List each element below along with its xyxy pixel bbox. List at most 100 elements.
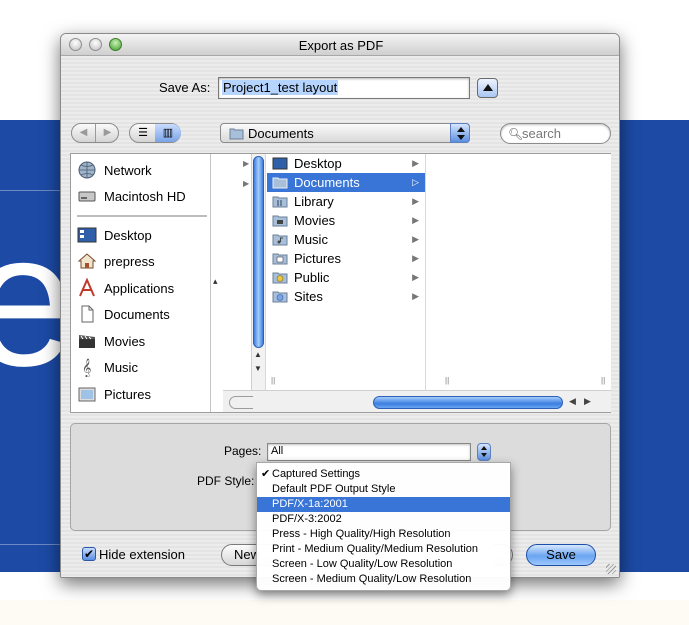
title-bar[interactable]: Export as PDF [61,34,619,56]
sidebar-item-label: Movies [104,334,146,349]
list-item-label: Public [294,270,330,285]
menu-item-label: Captured Settings [272,468,361,480]
sidebar-item-documents[interactable]: Documents [77,304,207,326]
location-popup[interactable]: Documents [220,123,470,143]
browser-column-3: || || [427,154,611,390]
scroll-down-arrow-icon[interactable]: ▼ [254,364,262,373]
pages-field[interactable]: All [267,443,471,461]
save-as-value: Project1_test layout [222,80,339,95]
pdf-style-label: PDF Style: [197,474,255,488]
menu-item-label: Screen - Low Quality/Low Resolution [272,558,453,570]
column-resize-handle-icon[interactable]: || [271,376,275,385]
popup-arrows-icon[interactable] [450,123,470,143]
sidebar-item-label: Applications [104,281,175,296]
sidebar-item-macintosh-hd[interactable]: Macintosh HD [77,186,207,208]
sidebar-item-label: Music [104,360,138,375]
list-item-movies[interactable]: Movies ▶ [267,211,425,230]
list-item-pictures[interactable]: Pictures ▶ [267,249,425,268]
menu-item-pdf-x-1a[interactable]: PDF/X-1a:2001 [257,497,510,512]
hide-extension-label: Hide extension [99,547,185,562]
applications-icon [79,278,95,297]
globe-icon [78,161,96,179]
back-arrow-icon[interactable]: ◀ [72,124,95,142]
sidebar-item-movies[interactable]: Movies [77,331,207,353]
folder-icon [229,128,244,140]
list-item-public[interactable]: Public ▶ [267,268,425,287]
sidebar-item-label: Macintosh HD [104,189,186,204]
menu-item-label: Default PDF Output Style [272,483,396,495]
scroll-up-arrow-icon[interactable]: ▲ [254,350,262,359]
sidebar-item-label: Network [104,163,152,178]
sidebar-splitter-caret[interactable]: ▴ [213,276,218,287]
column-1-scroll-thumb[interactable] [253,156,264,348]
sidebar-item-music[interactable]: 𝄞 Music [77,357,207,379]
save-as-label: Save As: [159,80,211,95]
forward-arrow-icon[interactable]: ▶ [96,124,119,142]
pages-label: Pages: [224,444,262,458]
menu-item-screen-medium[interactable]: Screen - Medium Quality/Low Resolution [257,572,510,587]
back-forward-buttons: ◀ ▶ [71,123,119,143]
list-item-music[interactable]: Music ▶ [267,230,425,249]
sidebar-item-pictures[interactable]: Pictures [77,384,207,406]
desktop-icon [77,227,97,243]
menu-item-label: Print - Medium Quality/Medium Resolution [272,543,479,555]
home-icon [77,253,97,269]
column-resize-handle-icon[interactable]: || [445,376,449,385]
sidebar-item-applications[interactable]: Applications [77,278,207,300]
window-title: Export as PDF [298,38,384,53]
menu-item-captured-settings[interactable]: ✔ Captured Settings [257,467,510,482]
sidebar-item-network[interactable]: Network [77,160,207,182]
sidebar: Network Macintosh HD Desktop prepress Ap… [71,154,211,412]
menu-item-screen-low[interactable]: Screen - Low Quality/Low Resolution [257,557,510,572]
list-item-desktop[interactable]: Desktop ▶ [267,154,425,173]
pictures-folder-icon [272,253,288,265]
search-input[interactable]: 🔍︎ search [500,123,611,144]
column-1-scrollbar[interactable]: ▲ ▼ [251,154,265,390]
browser-column-1: ▶ ▶ ▲ ▼ [223,154,266,390]
column-view-icon[interactable]: ▥ [155,124,181,142]
disclosure-arrow-icon: ▶ [412,272,419,282]
list-item-documents[interactable]: Documents ▷ [267,173,425,192]
column-resize-handle-icon[interactable]: || [601,376,605,385]
list-item-label: Library [294,194,334,209]
file-browser: Network Macintosh HD Desktop prepress Ap… [70,153,611,413]
menu-item-press[interactable]: Press - High Quality/High Resolution [257,527,510,542]
menu-item-print[interactable]: Print - Medium Quality/Medium Resolution [257,542,510,557]
menu-item-label: PDF/X-3:2002 [272,513,342,525]
menu-item-default-pdf-output-style[interactable]: Default PDF Output Style [257,482,510,497]
list-item-label: Pictures [294,251,341,266]
save-as-input[interactable]: Project1_test layout [218,77,470,99]
menu-item-pdf-x-3[interactable]: PDF/X-3:2002 [257,512,510,527]
sidebar-item-prepress[interactable]: prepress [77,251,207,273]
pages-popup-arrows-icon[interactable] [477,443,491,461]
browser-column-2: Desktop ▶ Documents ▷ Library ▶ Movies ▶… [267,154,426,390]
horizontal-scrollbar[interactable]: ◀ ▶ [223,390,611,412]
documents-folder-icon [272,177,288,189]
resize-grip[interactable] [606,564,616,574]
music-icon: 𝄞 [82,358,91,377]
list-item-label: Documents [294,175,360,190]
sidebar-item-label: Desktop [104,228,152,243]
disclosure-arrow-icon: ▶ [243,159,250,168]
disclosure-arrow-icon: ▷ [412,177,419,187]
collapse-dialog-button[interactable] [477,78,498,98]
movies-icon [79,335,95,348]
save-button[interactable]: Save [526,544,596,566]
view-mode-buttons: ☰ ▥ [129,123,181,143]
checkmark-icon: ✔ [261,468,271,480]
sidebar-item-label: Pictures [104,387,151,402]
sidebar-separator [77,215,207,217]
list-item-sites[interactable]: Sites ▶ [267,287,425,306]
scroll-right-arrow-icon[interactable]: ▶ [584,396,591,407]
background-line [0,190,60,191]
sites-folder-icon [272,291,288,303]
background-line [0,544,60,545]
list-view-icon[interactable]: ☰ [130,124,156,142]
document-icon [81,305,94,323]
hide-extension-checkbox[interactable]: ✔ [82,547,96,561]
scroll-left-arrow-icon[interactable]: ◀ [569,396,576,407]
search-placeholder: search [522,126,562,141]
sidebar-item-desktop[interactable]: Desktop [77,225,207,247]
list-item-library[interactable]: Library ▶ [267,192,425,211]
horizontal-scroll-thumb[interactable] [373,396,563,409]
